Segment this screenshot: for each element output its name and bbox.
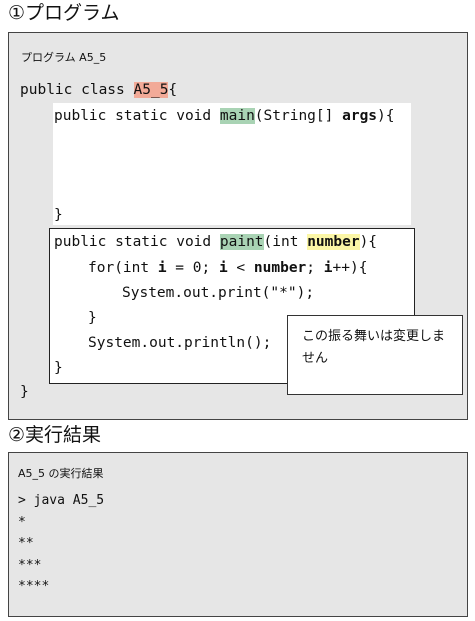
result-caption: A5_5 の実行結果 xyxy=(18,467,104,480)
code-text: ++){ xyxy=(332,260,368,276)
loop-variable: i xyxy=(157,260,167,276)
code-text: public class xyxy=(20,82,134,98)
paint-method-highlight: paint xyxy=(219,234,264,250)
code-text: public static void xyxy=(54,234,220,250)
paint-method-close: } xyxy=(54,360,63,376)
note-box: この振る舞いは変更しません xyxy=(287,315,463,395)
class-close: } xyxy=(20,384,29,400)
code-text: < xyxy=(227,260,254,276)
print-star-line: System.out.print("*"); xyxy=(122,285,315,301)
code-text: { xyxy=(168,82,178,98)
loop-variable: i xyxy=(323,260,333,276)
console-line: > java A5_5 xyxy=(18,493,105,508)
console-line: * xyxy=(18,515,26,530)
code-text: (int xyxy=(263,234,308,250)
console-line: **** xyxy=(18,579,50,594)
paint-method-declaration: public static void paint(int number){ xyxy=(54,232,377,252)
code-text: ){ xyxy=(377,108,395,124)
main-method-declaration: public static void main(String[] args){ xyxy=(54,106,395,126)
section-heading-result: ②実行結果 xyxy=(8,424,102,446)
result-panel: A5_5 の実行結果 > java A5_5 * ** *** **** xyxy=(8,452,468,617)
class-declaration: public class A5_5{ xyxy=(20,80,177,100)
code-text: public static void xyxy=(54,108,220,124)
number-variable: number xyxy=(253,260,307,276)
code-text: = 0; xyxy=(166,260,219,276)
section-heading-program: ①プログラム xyxy=(8,2,120,24)
console-line: ** xyxy=(18,536,34,551)
loop-variable: i xyxy=(218,260,228,276)
main-method-close: } xyxy=(54,207,63,223)
program-caption: プログラム A5_5 xyxy=(21,51,107,64)
args-param: args xyxy=(342,108,378,124)
number-param-highlight: number xyxy=(307,234,360,250)
for-loop-close: } xyxy=(88,310,97,326)
main-method-highlight: main xyxy=(219,108,255,124)
class-name-highlight: A5_5 xyxy=(133,82,169,98)
code-text: (String[] xyxy=(254,108,343,124)
console-line: *** xyxy=(18,558,42,573)
code-text: ; xyxy=(306,260,324,276)
for-loop-line: for(int i = 0; i < number; i++){ xyxy=(88,258,367,278)
program-panel: プログラム A5_5 public class A5_5{ public sta… xyxy=(8,32,468,420)
println-line: System.out.println(); xyxy=(88,335,272,351)
code-text: for(int xyxy=(88,260,158,276)
code-text: ){ xyxy=(359,234,378,250)
